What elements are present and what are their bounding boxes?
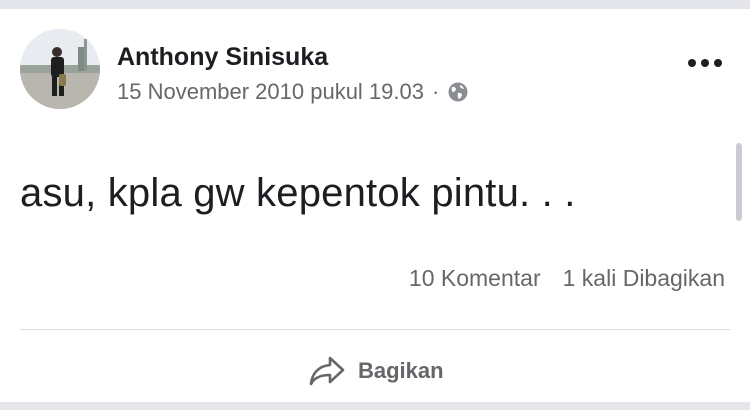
more-dot: [714, 59, 722, 67]
comments-count-link[interactable]: 10 Komentar: [409, 265, 541, 292]
author-name[interactable]: Anthony Sinisuka: [117, 43, 328, 72]
globe-icon[interactable]: [447, 81, 469, 103]
post-timestamp[interactable]: 15 November 2010 pukul 19.03: [117, 79, 424, 105]
avatar[interactable]: [20, 29, 100, 109]
avatar-photo: [20, 29, 100, 109]
post-text: asu, kpla gw kepentok pintu. . .: [20, 171, 576, 215]
divider: [20, 329, 730, 330]
share-button-label: Bagikan: [358, 358, 444, 383]
share-button[interactable]: Bagikan: [308, 351, 444, 391]
top-separator-bar: [0, 0, 750, 9]
post-stats: 10 Komentar 1 kali Dibagikan: [409, 265, 725, 292]
post-meta: 15 November 2010 pukul 19.03 ·: [117, 79, 469, 105]
meta-separator: ·: [432, 79, 440, 104]
post-card: Anthony Sinisuka 15 November 2010 pukul …: [0, 9, 750, 402]
share-icon: [308, 355, 346, 387]
stats-spacer: [541, 265, 563, 292]
bottom-separator-bar: [0, 402, 750, 410]
more-dot: [688, 59, 696, 67]
more-options-icon[interactable]: [688, 55, 722, 71]
shares-count-link[interactable]: 1 kali Dibagikan: [563, 265, 725, 292]
scrollbar-thumb[interactable]: [736, 143, 742, 221]
more-dot: [701, 59, 709, 67]
